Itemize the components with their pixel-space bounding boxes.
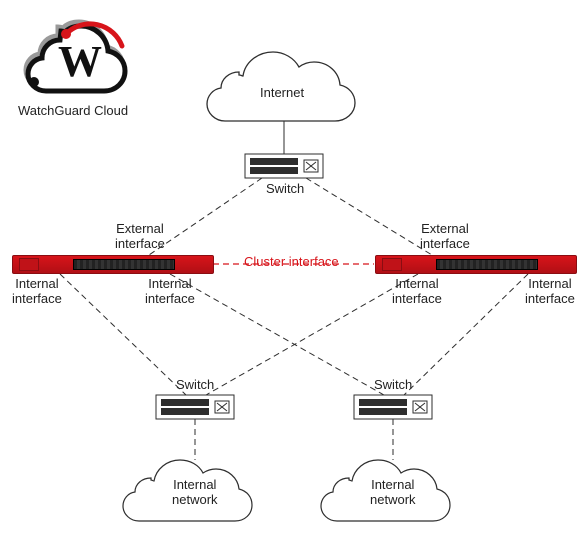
watchguard-cloud-logo: W [22, 14, 142, 97]
switch-bottom-left-icon [156, 395, 234, 419]
int-interface-rr-label: Internal interface [525, 277, 575, 307]
switch-top-label: Switch [266, 182, 304, 197]
svg-text:W: W [58, 37, 102, 86]
link-switch-firebox-left [149, 178, 262, 255]
cluster-interface-label: Cluster interface [244, 255, 339, 270]
switch-bottom-right-icon [354, 395, 432, 419]
int-interface-lr-label: Internal interface [145, 277, 195, 307]
int-interface-rl-label: Internal interface [392, 277, 442, 307]
switch-top-icon [245, 154, 323, 178]
link-switch-firebox-right [306, 178, 432, 255]
int-interface-ll-label: Internal interface [12, 277, 62, 307]
internet-label: Internet [260, 86, 304, 101]
ext-interface-right-label: External interface [420, 222, 470, 252]
firebox-right [375, 255, 577, 274]
switch-bl-label: Switch [176, 378, 214, 393]
watchguard-cloud-caption: WatchGuard Cloud [18, 104, 128, 119]
ext-interface-left-label: External interface [115, 222, 165, 252]
firebox-left [12, 255, 214, 274]
switch-br-label: Switch [374, 378, 412, 393]
net-br-label: Internal network [370, 478, 416, 508]
net-bl-label: Internal network [172, 478, 218, 508]
